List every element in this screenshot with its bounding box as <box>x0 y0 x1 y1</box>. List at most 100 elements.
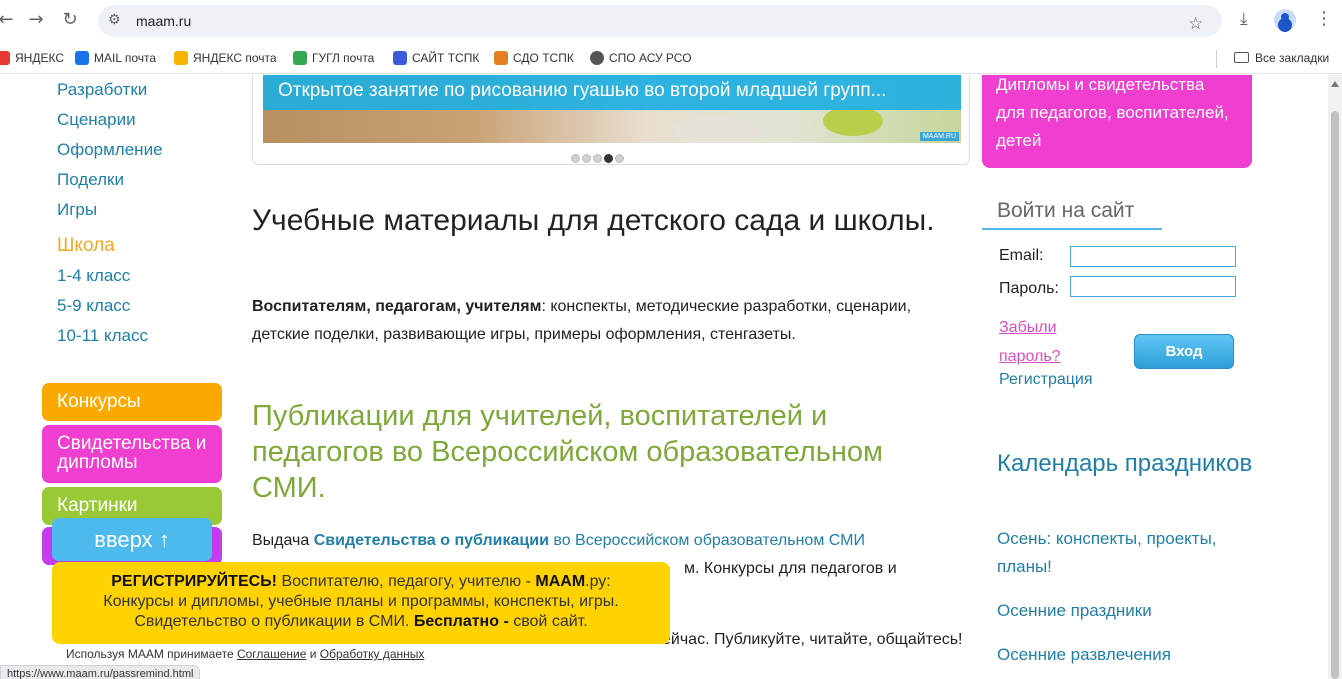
slider-caption[interactable]: Открытое занятие по рисованию гуашью во … <box>263 75 961 110</box>
slider-image[interactable]: Открытое занятие по рисованию гуашью во … <box>263 75 961 143</box>
bookmark-label: СПО АСУ РСО <box>609 51 692 65</box>
banner-register-bold: РЕГИСТРИРУЙТЕСЬ! <box>111 573 278 590</box>
profile-avatar-icon[interactable] <box>1274 9 1296 31</box>
nav-link-grade-1-4[interactable]: 1-4 класс <box>57 266 130 286</box>
slider-dot[interactable] <box>615 154 624 163</box>
login-underline <box>982 228 1162 230</box>
slider-dot-active[interactable] <box>604 154 613 163</box>
bookmark-yandex-mail[interactable]: ЯНДЕКС почта <box>174 51 277 65</box>
publication-text-start: Выдача <box>252 532 314 549</box>
bookmark-label: ЯНДЕКС <box>15 51 64 65</box>
email-field[interactable] <box>1070 246 1236 267</box>
certificate-link[interactable]: Свидетельства о публикации <box>314 532 549 549</box>
forward-icon[interactable]: → <box>24 8 48 32</box>
login-button[interactable]: Вход <box>1134 334 1234 369</box>
calendar-link-autumn-holidays[interactable]: Осенние праздники <box>997 597 1257 625</box>
password-field[interactable] <box>1070 276 1236 297</box>
category-contests-button[interactable]: Конкурсы <box>42 383 222 421</box>
download-icon[interactable]: ⤓ <box>1240 9 1248 29</box>
banner-line-3: Свидетельство о публикации в СМИ. Беспла… <box>52 612 670 632</box>
nav-link-oformlenie[interactable]: Оформление <box>57 140 163 160</box>
bookmark-icon <box>590 51 604 65</box>
school-heading[interactable]: Школа <box>57 235 115 257</box>
all-bookmarks[interactable]: Все закладки <box>1234 51 1329 65</box>
slider-watermark: MAAM.RU <box>919 132 959 141</box>
bookmarks-bar: ЯНДЕКС MAIL почта ЯНДЕКС почта ГУГЛ почт… <box>0 42 1342 74</box>
email-label: Email: <box>999 247 1044 264</box>
nav-link-podelki[interactable]: Поделки <box>57 170 124 190</box>
bookmark-label: ЯНДЕКС почта <box>193 51 277 65</box>
password-label: Пароль: <box>999 280 1059 297</box>
category-certificates-button[interactable]: Свидетельства и дипломы <box>42 425 222 483</box>
status-bar-url: https://www.maam.ru/passremind.html <box>0 665 201 679</box>
address-url[interactable]: maam.ru <box>136 13 191 29</box>
scroll-up-arrow-icon[interactable] <box>1331 81 1339 87</box>
page-content: Разработки Сценарии Оформление Поделки И… <box>0 75 1328 679</box>
bookmark-icon <box>293 51 307 65</box>
site-info-icon[interactable]: ⚙ <box>108 12 121 28</box>
slider-dot[interactable] <box>593 154 602 163</box>
slider-dots <box>571 150 626 168</box>
banner-text: свой сайт. <box>508 613 588 630</box>
scroll-to-top-button[interactable]: вверх ↑ <box>52 518 212 561</box>
promo-diplomas-banner[interactable]: Дипломы и свидетельства для педагогов, в… <box>982 75 1252 168</box>
back-icon[interactable]: ← <box>0 8 18 32</box>
registration-banner[interactable]: РЕГИСТРИРУЙТЕСЬ! Воспитателю, педагогу, … <box>52 562 670 644</box>
login-title: Войти на сайт <box>997 199 1135 222</box>
bookmark-sdo-tspk[interactable]: СДО ТСПК <box>494 51 574 65</box>
forgot-password-link[interactable]: Забыли пароль? <box>999 313 1079 371</box>
consent-text: Используя МААМ принимаете <box>66 647 237 661</box>
page-scrollbar[interactable] <box>1328 75 1342 679</box>
banner-line-2: Конкурсы и дипломы, учебные планы и прог… <box>103 593 619 610</box>
bookmark-yandex[interactable]: ЯНДЕКС <box>0 51 64 65</box>
calendar-link-autumn-entertainment[interactable]: Осенние развлечения <box>997 641 1257 669</box>
bookmark-star-icon[interactable]: ☆ <box>1188 14 1203 34</box>
slider-image-detail <box>673 116 763 143</box>
bookmarks-divider <box>1216 50 1217 68</box>
page-title: Учебные материалы для детского сада и шк… <box>252 204 935 237</box>
intro-text: Воспитателям, педагогам, учителям: консп… <box>252 293 952 349</box>
bookmark-label: MAIL почта <box>94 51 157 65</box>
menu-kebab-icon[interactable]: ⋮ <box>1315 8 1333 29</box>
banner-text: Воспитателю, педагогу, учителю - <box>277 573 536 590</box>
nav-link-grade-5-9[interactable]: 5-9 класс <box>57 296 130 316</box>
data-processing-link[interactable]: Обработку данных <box>320 647 425 661</box>
bookmark-site-tspk[interactable]: САЙТ ТСПК <box>393 51 479 65</box>
bookmark-label: СДО ТСПК <box>513 51 574 65</box>
consent-text: и <box>306 647 320 661</box>
folder-icon <box>1234 52 1249 63</box>
reload-icon[interactable]: ↻ <box>58 8 82 32</box>
nav-link-igry[interactable]: Игры <box>57 200 97 220</box>
bookmark-icon <box>174 51 188 65</box>
bookmark-icon <box>0 51 10 65</box>
bookmark-gmail[interactable]: ГУГЛ почта <box>293 51 374 65</box>
consent-notice: Используя МААМ принимаете Соглашение и О… <box>66 647 424 661</box>
bookmark-icon <box>393 51 407 65</box>
slider-dot[interactable] <box>571 154 580 163</box>
agreement-link[interactable]: Соглашение <box>237 647 306 661</box>
nav-link-scenarii[interactable]: Сценарии <box>57 110 136 130</box>
bookmark-spo-asu[interactable]: СПО АСУ РСО <box>590 51 692 65</box>
calendar-title[interactable]: Календарь праздников <box>997 448 1257 479</box>
banner-line-1: РЕГИСТРИРУЙТЕСЬ! Воспитателю, педагогу, … <box>52 572 670 592</box>
slider-image-detail <box>823 106 883 136</box>
calendar-link-autumn[interactable]: Осень: конспекты, проекты, планы! <box>997 525 1257 581</box>
nav-link-grade-10-11[interactable]: 10-11 класс <box>57 326 148 346</box>
banner-text: Свидетельство о публикации в СМИ. <box>134 613 414 630</box>
bookmark-icon <box>494 51 508 65</box>
certificate-link-rest[interactable]: во Всероссийском образовательном СМИ <box>549 532 865 549</box>
bookmark-label: САЙТ ТСПК <box>412 51 480 65</box>
bookmark-mail[interactable]: MAIL почта <box>75 51 156 65</box>
slider-dot[interactable] <box>582 154 591 163</box>
banner-free-bold: Бесплатно - <box>413 613 509 630</box>
address-bar[interactable]: ⚙ maam.ru ☆ <box>98 5 1222 37</box>
bookmark-label: ГУГЛ почта <box>312 51 375 65</box>
banner-maam-bold: МААМ <box>535 573 586 590</box>
intro-bold: Воспитателям, педагогам, учителям <box>252 298 542 315</box>
featured-slider: Открытое занятие по рисованию гуашью во … <box>252 75 970 165</box>
scrollbar-thumb[interactable] <box>1331 111 1339 679</box>
register-link[interactable]: Регистрация <box>999 371 1093 389</box>
publications-heading: Публикации для учителей, воспитателей и … <box>252 400 883 504</box>
bookmark-icon <box>75 51 89 65</box>
nav-link-razrabotki[interactable]: Разработки <box>57 80 147 100</box>
